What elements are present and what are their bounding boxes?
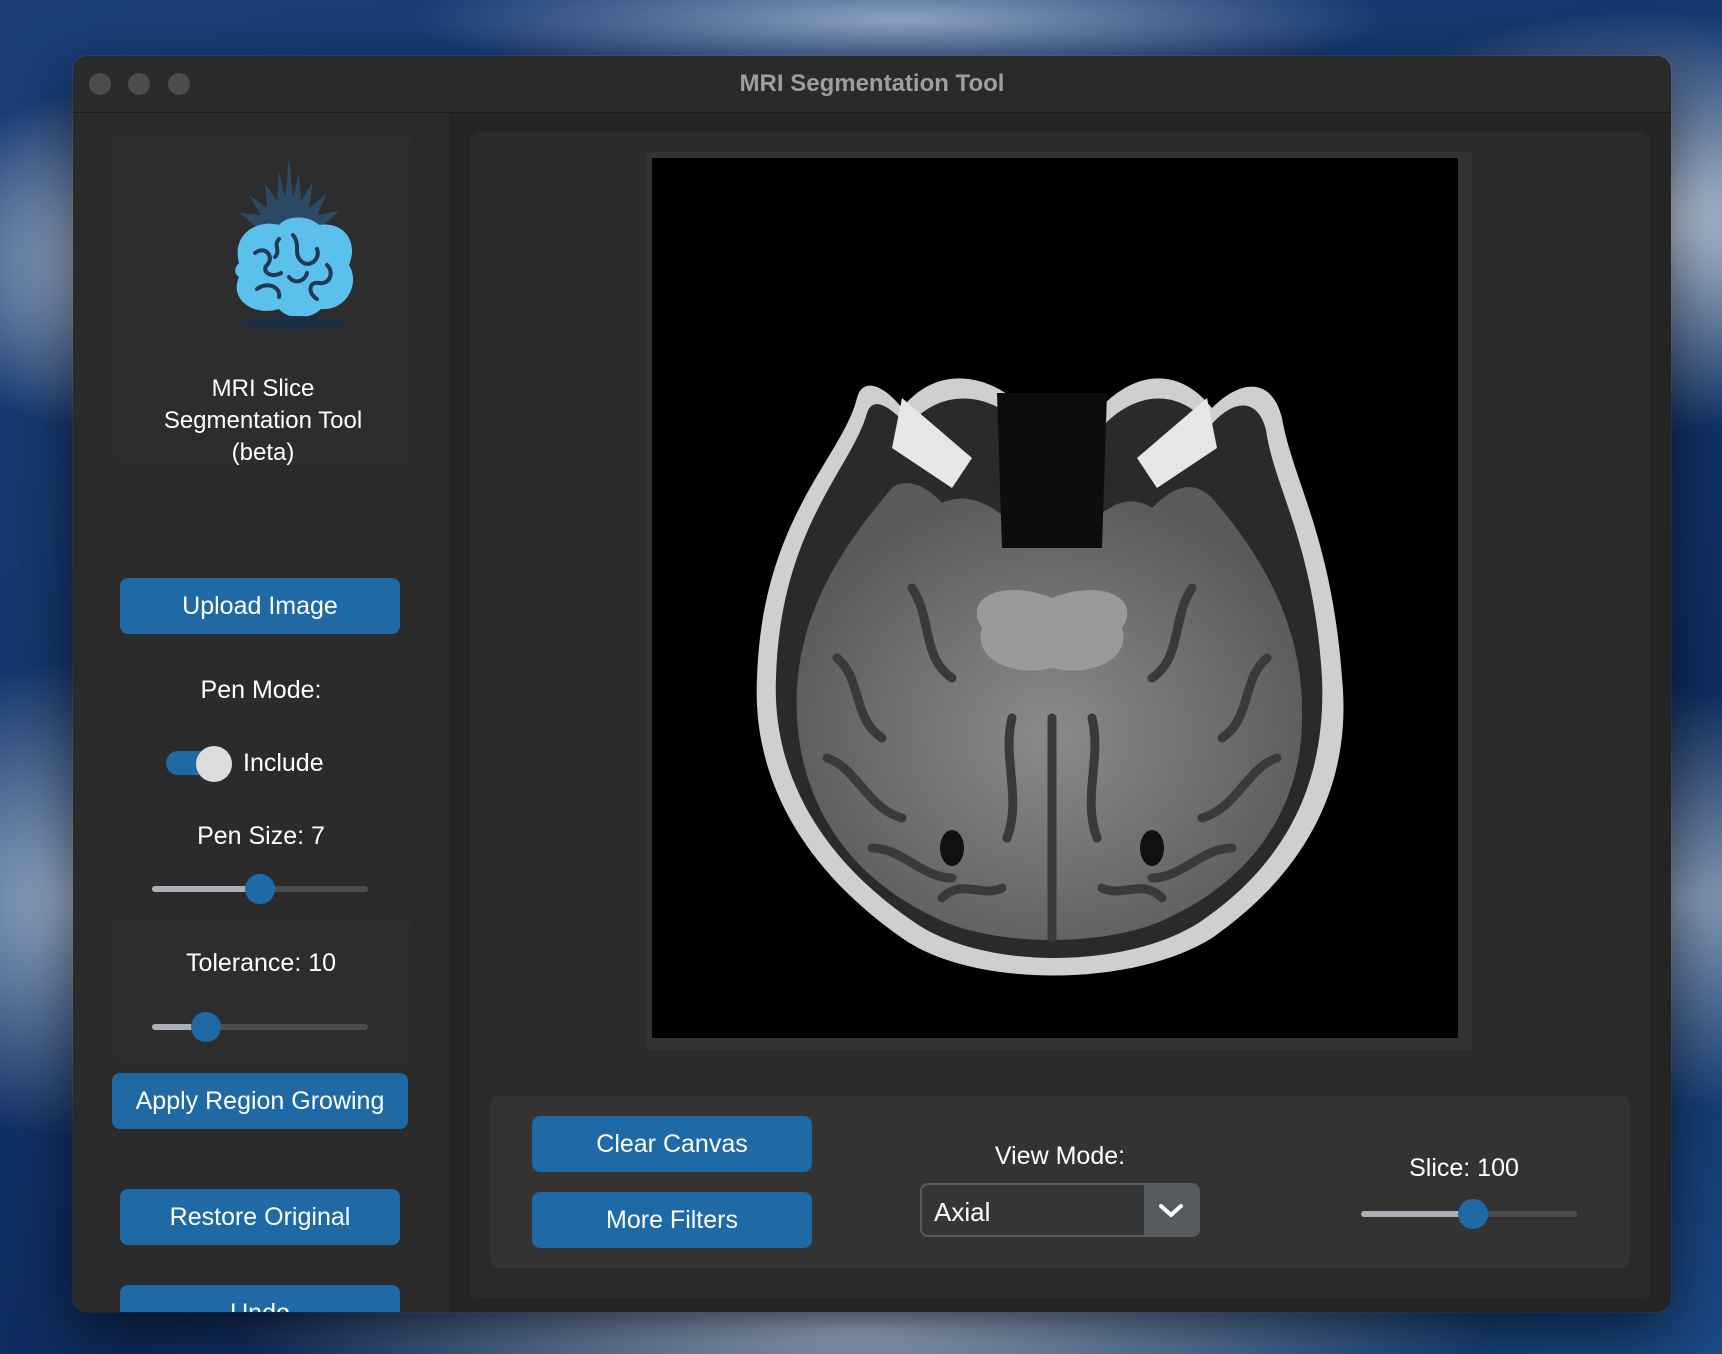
app-window: MRI Segmentation Tool MRI Slice Segmenta… [73,56,1671,1312]
app-title-line: Segmentation Tool [163,407,363,434]
pen-mode-toggle[interactable] [166,746,232,782]
slider-fill [1361,1211,1474,1217]
slider-thumb[interactable] [1458,1199,1489,1229]
restore-original-button[interactable]: Restore Original [120,1189,400,1245]
view-mode-select[interactable]: Axial [920,1183,1200,1237]
slider-thumb[interactable] [191,1012,221,1042]
pen-size-slider[interactable] [152,874,368,904]
app-title-line: MRI Slice [211,375,315,402]
main-panel: Clear Canvas More Filters View Mode: Axi… [470,132,1650,1298]
clear-canvas-button[interactable]: Clear Canvas [532,1116,812,1172]
chevron-down-icon [1159,1204,1183,1217]
image-canvas-frame [646,152,1472,1050]
tolerance-slider[interactable] [152,1012,368,1042]
apply-region-growing-button[interactable]: Apply Region Growing [112,1073,408,1129]
pen-mode-value: Include [243,749,324,777]
mri-image-canvas[interactable] [652,158,1458,1038]
upload-image-button[interactable]: Upload Image [120,578,400,634]
app-title: MRI Slice Segmentation Tool (beta) [113,373,413,469]
more-filters-button[interactable]: More Filters [532,1192,812,1248]
undo-button[interactable]: Undo [120,1285,400,1312]
slice-slider[interactable] [1361,1199,1577,1229]
logo-panel: MRI Slice Segmentation Tool (beta) [113,133,413,466]
dropdown-arrow[interactable] [1144,1185,1198,1235]
pen-mode-label: Pen Mode: [200,676,322,704]
slider-fill [152,886,260,892]
brain-icon [235,158,354,330]
tolerance-label: Tolerance: 10 [185,949,337,977]
slice-label: Slice: 100 [1409,1154,1519,1182]
view-mode-label: View Mode: [994,1142,1126,1170]
pen-size-label: Pen Size: 7 [197,822,325,850]
window-title: MRI Segmentation Tool [739,70,1005,97]
app-title-line: (beta) [231,439,295,466]
view-mode-value: Axial [934,1197,991,1227]
sidebar: MRI Slice Segmentation Tool (beta) Uploa… [73,113,450,1312]
slider-thumb[interactable] [245,874,275,904]
title-bar: MRI Segmentation Tool [73,56,1671,113]
controls-panel: Clear Canvas More Filters View Mode: Axi… [490,1096,1630,1268]
toggle-knob [196,746,232,782]
